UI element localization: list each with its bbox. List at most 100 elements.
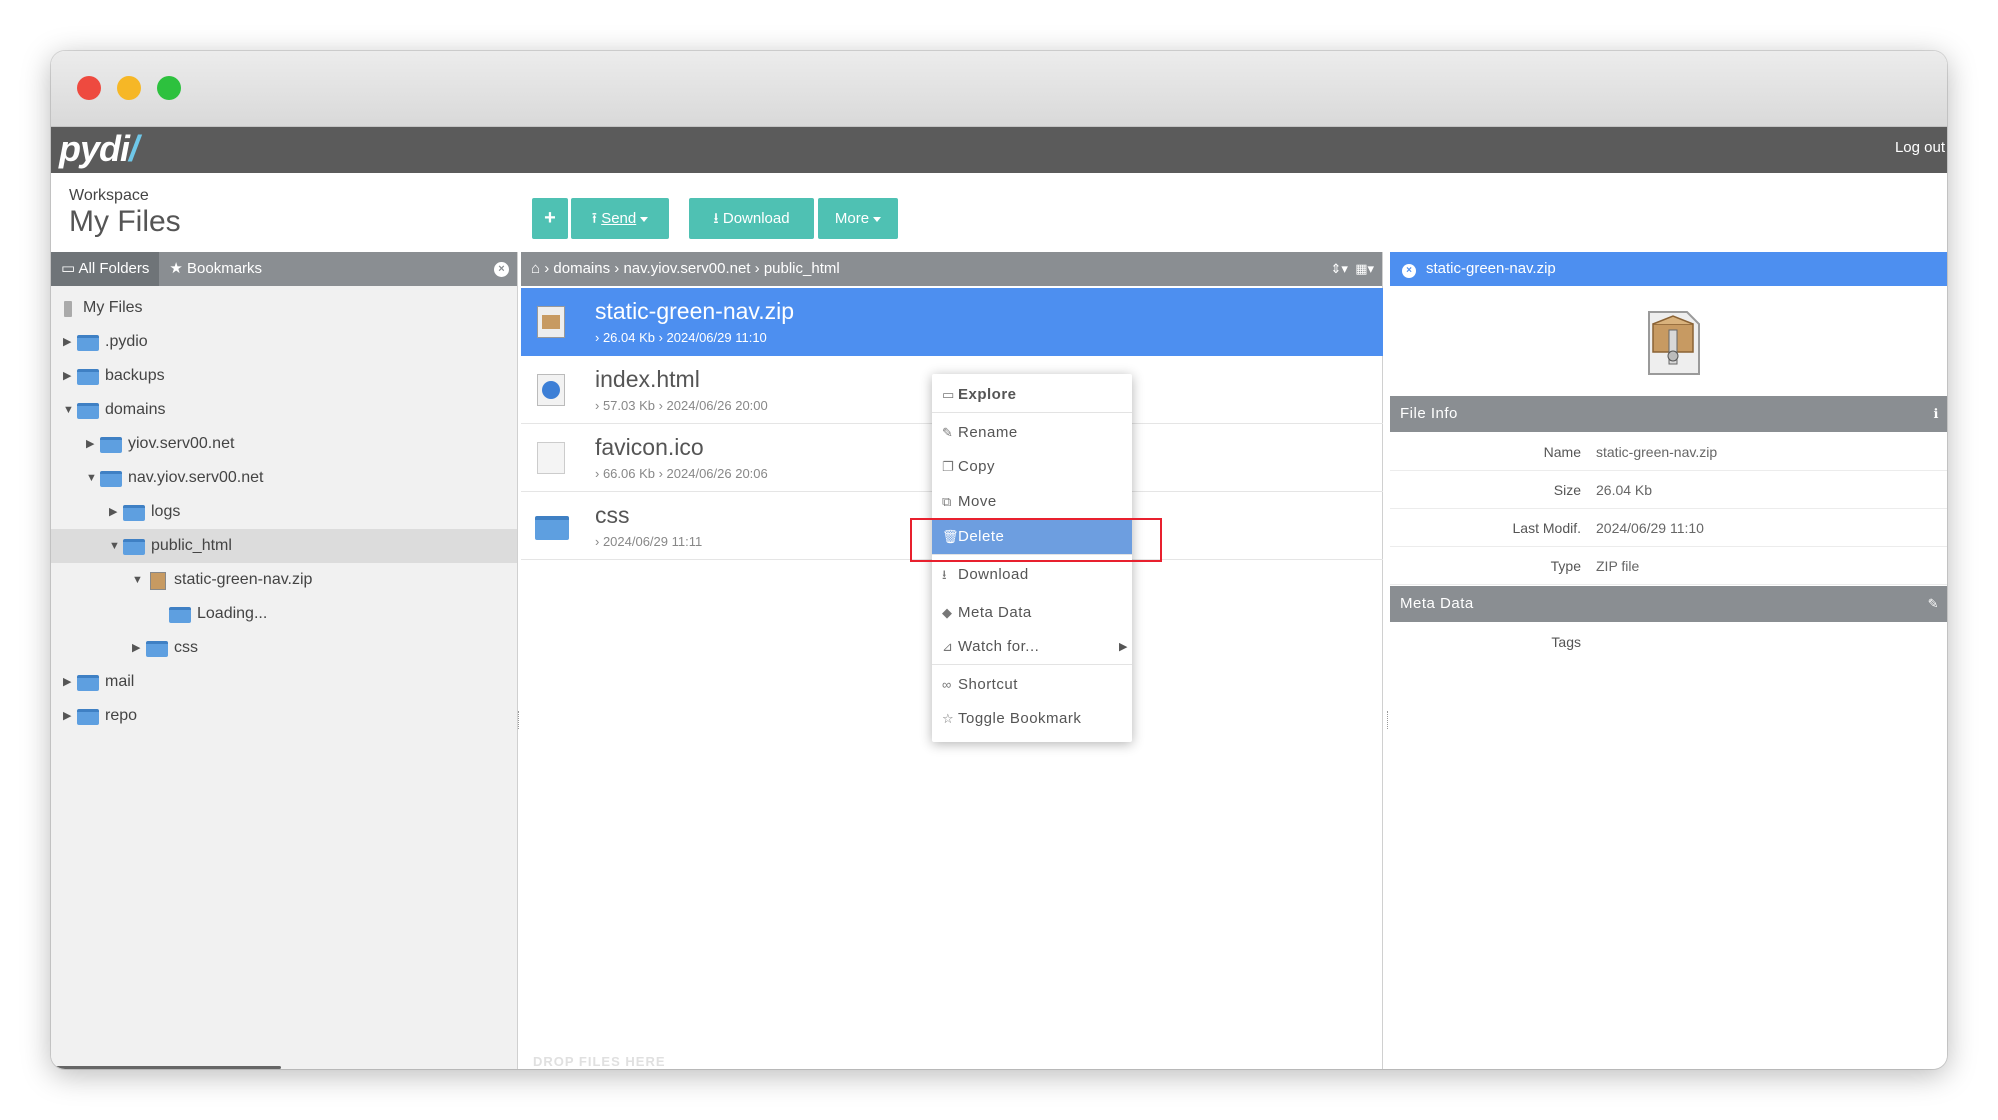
tree-item-label: .pydio	[105, 333, 148, 350]
minimize-window-button[interactable]	[117, 76, 141, 100]
star-icon: ★	[169, 260, 183, 277]
tree-item[interactable]: ▼ nav.yiov.serv00.net	[51, 461, 517, 495]
context-menu-label: Download	[958, 566, 1029, 583]
tab-bookmarks[interactable]: ★ Bookmarks	[159, 252, 272, 286]
tab-all-folders[interactable]: ▭ All Folders	[51, 252, 160, 286]
info-key: Name	[1543, 444, 1581, 460]
tree-item[interactable]: ▶ repo	[51, 699, 517, 733]
caret-down-icon[interactable]: ▼	[63, 393, 74, 427]
context-menu-item-toggle-bookmark[interactable]: ☆ Toggle Bookmark	[932, 702, 1132, 736]
info-value: static-green-nav.zip	[1596, 444, 1718, 460]
context-menu-item-copy[interactable]: ❐ Copy	[932, 450, 1132, 484]
context-menu-label: Meta Data	[958, 604, 1032, 621]
details-header: × static-green-nav.zip	[1390, 252, 1947, 286]
tree-item[interactable]: Loading...	[51, 597, 517, 631]
more-button[interactable]: More	[818, 198, 898, 239]
info-value: ZIP file	[1596, 558, 1640, 574]
context-menu-item-download[interactable]: ⭳ Download	[932, 558, 1132, 592]
context-menu-label: Watch for...	[958, 638, 1040, 655]
tree-item[interactable]: ▶ backups	[51, 359, 517, 393]
caret-right-icon[interactable]: ▶	[86, 427, 94, 461]
rss-icon: ⊿	[942, 639, 954, 654]
meta-data-section: Meta Data ✎	[1390, 586, 1947, 622]
tree-item[interactable]: ▶ mail	[51, 665, 517, 699]
highlight-annotation	[910, 518, 1162, 562]
caret-right-icon[interactable]: ▶	[63, 699, 71, 733]
file-row[interactable]: static-green-nav.zip › 26.04 Kb › 2024/06…	[521, 288, 1383, 356]
menu-divider	[932, 664, 1132, 665]
tree-item[interactable]: ▶ css	[51, 631, 517, 665]
folder-tree-panel: ▭ All Folders ★ Bookmarks × My Files ▶ .py…	[51, 252, 518, 1069]
info-key: Type	[1550, 558, 1581, 574]
file-name: favicon.ico	[595, 434, 704, 460]
breadcrumb-item[interactable]: nav.yiov.serv00.net	[623, 260, 750, 277]
edit-icon[interactable]: ✎	[1928, 586, 1939, 622]
tree-item-label: repo	[105, 707, 138, 724]
file-name: static-green-nav.zip	[595, 298, 794, 324]
tree-item-label: nav.yiov.serv00.net	[128, 469, 264, 486]
home-icon[interactable]: ⌂	[531, 260, 540, 277]
tree-item[interactable]: ▼ domains	[51, 393, 517, 427]
caret-right-icon[interactable]: ▶	[132, 631, 140, 665]
info-value: 26.04 Kb	[1596, 482, 1653, 498]
context-menu-item-meta-data[interactable]: ◆ Meta Data	[932, 596, 1132, 630]
context-menu-item-explore[interactable]: ▭ Explore	[932, 378, 1132, 412]
context-menu-item-rename[interactable]: ✎ Rename	[932, 416, 1132, 450]
folder-open-icon: ▭	[942, 387, 955, 402]
caret-right-icon[interactable]: ▶	[63, 325, 71, 359]
pydio-logo[interactable]: pydi/	[59, 127, 139, 173]
tab-label: All Folders	[78, 260, 150, 277]
grid-view-icon[interactable]: ▦▾	[1355, 261, 1374, 276]
app-header: pydi/ Log out	[51, 127, 1947, 173]
horizontal-scrollbar[interactable]	[51, 1066, 281, 1069]
meta-key: Tags	[1551, 634, 1581, 650]
caret-down-icon[interactable]: ▼	[86, 461, 97, 495]
info-key: Size	[1553, 482, 1581, 498]
context-menu-item-move[interactable]: ⧉ Move	[932, 485, 1132, 519]
breadcrumb-item[interactable]: domains	[553, 260, 610, 277]
file-meta: › 2024/06/29 11:11	[595, 534, 703, 549]
tree-item[interactable]: My Files	[51, 291, 517, 325]
info-row: Last Modif. 2024/06/29 11:10	[1390, 509, 1947, 547]
download-icon: ⭳	[942, 567, 948, 582]
context-menu-label: Shortcut	[958, 676, 1018, 693]
info-icon[interactable]: ℹ	[1934, 396, 1939, 432]
download-button[interactable]: ⭳ Download	[689, 198, 814, 239]
tree-item[interactable]: ▶ .pydio	[51, 325, 517, 359]
logo-mark: /	[129, 128, 139, 169]
tree-item[interactable]: ▼ static-green-nav.zip	[51, 563, 517, 597]
close-window-button[interactable]	[77, 76, 101, 100]
context-menu-label: Toggle Bookmark	[958, 710, 1082, 727]
folder-icon	[77, 403, 99, 419]
context-menu-item-shortcut[interactable]: ∞ Shortcut	[932, 668, 1132, 702]
caret-down-icon[interactable]: ▼	[132, 563, 143, 597]
workspace-title: My Files	[69, 205, 181, 238]
close-panel-icon[interactable]: ×	[494, 261, 509, 277]
maximize-window-button[interactable]	[157, 76, 181, 100]
context-menu-label: Explore	[958, 386, 1017, 403]
drop-hint: DROP FILES HERE	[533, 1054, 666, 1069]
caret-down-icon[interactable]: ▼	[109, 529, 120, 563]
breadcrumb-item[interactable]: public_html	[764, 260, 840, 277]
tree-item[interactable]: ▶ logs	[51, 495, 517, 529]
info-key: Last Modif.	[1512, 520, 1581, 536]
chevron-down-icon	[640, 216, 649, 222]
send-button[interactable]: ⭱ Send	[571, 198, 669, 239]
logout-link[interactable]: Log out	[1895, 139, 1945, 156]
add-button[interactable]: +	[532, 198, 568, 239]
sort-icon[interactable]: ⇕▾	[1331, 261, 1348, 276]
breadcrumb: ⌂ › domains › nav.yiov.serv00.net › publ…	[521, 252, 1382, 286]
caret-right-icon[interactable]: ▶	[109, 495, 117, 529]
menu-divider	[932, 412, 1132, 413]
zip-icon	[537, 306, 565, 338]
file-info-section: File Info ℹ	[1390, 396, 1947, 432]
tree-item-label: public_html	[151, 537, 232, 554]
context-menu-item-watch-for[interactable]: ⊿ Watch for... ▶	[932, 630, 1132, 664]
tree-item[interactable]: ▼ public_html	[51, 529, 517, 563]
caret-right-icon[interactable]: ▶	[63, 359, 71, 393]
close-details-icon[interactable]: ×	[1402, 264, 1416, 278]
context-menu-label: Copy	[958, 458, 996, 475]
tree-item[interactable]: ▶ yiov.serv00.net	[51, 427, 517, 461]
file-meta: › 66.06 Kb › 2024/06/26 20:06	[595, 466, 768, 481]
caret-right-icon[interactable]: ▶	[63, 665, 71, 699]
